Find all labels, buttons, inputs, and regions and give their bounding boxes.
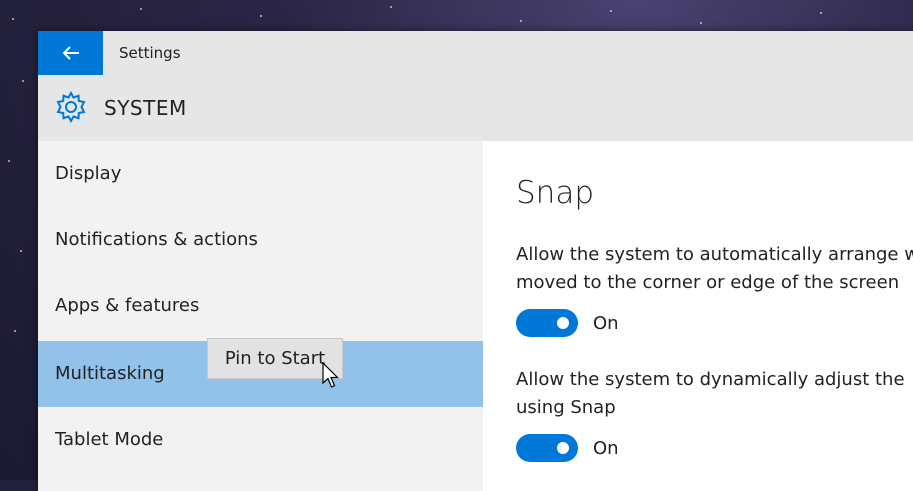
title-bar: Settings: [38, 31, 913, 75]
page-header: SYSTEM: [38, 75, 913, 141]
sidebar-item-notifications-actions[interactable]: Notifications & actions: [38, 207, 483, 273]
sidebar: Display Notifications & actions Apps & f…: [38, 141, 483, 491]
back-button[interactable]: [38, 31, 103, 75]
setting-description-line: Allow the system to dynamically adjust t…: [516, 369, 905, 390]
toggle-state-label: On: [593, 313, 619, 334]
sidebar-item-apps-features[interactable]: Apps & features: [38, 273, 483, 339]
arrow-left-icon: [62, 46, 79, 60]
section-title: Snap: [516, 175, 594, 211]
mouse-pointer-icon: [322, 362, 339, 388]
toggle-knob: [557, 317, 569, 329]
setting-description-line: moved to the corner or edge of the scree…: [516, 272, 900, 293]
app-title: Settings: [119, 44, 181, 62]
page-title: SYSTEM: [104, 96, 187, 120]
settings-window: Settings SYSTEM Display Notifications & …: [38, 31, 913, 491]
toggle-knob: [557, 442, 569, 454]
setting-description-line: using Snap: [516, 397, 616, 418]
snap-resize-toggle[interactable]: [516, 434, 578, 462]
setting-description-line: Allow the system to automatically arrang…: [516, 244, 913, 265]
sidebar-item-tablet-mode[interactable]: Tablet Mode: [38, 407, 483, 473]
snap-arrange-toggle[interactable]: [516, 309, 578, 337]
content-pane: Snap Allow the system to automatically a…: [483, 141, 913, 491]
gear-icon: [56, 90, 86, 124]
sidebar-item-display[interactable]: Display: [38, 141, 483, 207]
toggle-state-label: On: [593, 438, 619, 459]
